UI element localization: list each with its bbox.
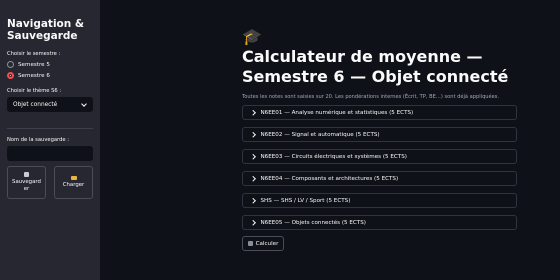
expander-n6ee05[interactable]: N6EE05 — Objets connectés (5 ECTS) — [242, 215, 517, 230]
chevron-down-icon — [81, 100, 87, 107]
radio-label: Semestre 6 — [18, 72, 50, 79]
expander-label: N6EE01 — Analyse numérique et statistiqu… — [260, 109, 414, 116]
main-content: 🎓 Calculateur de moyenne — Semestre 6 — … — [242, 27, 517, 251]
load-button-label: Charger — [62, 182, 85, 188]
theme-label: Choisir le thème S6 : — [7, 88, 62, 94]
sidebar-title: Navigation & Sauvegarde — [7, 18, 85, 42]
radio-label: Semestre 5 — [18, 61, 50, 68]
chevron-right-icon — [250, 132, 256, 137]
expander-shs[interactable]: SHS — SHS / LV / Sport (5 ECTS) — [242, 193, 517, 208]
expander-label: N6EE04 — Composants et architectures (5 … — [260, 175, 399, 182]
save-button[interactable]: Sauvegarder — [7, 166, 46, 199]
calculate-button[interactable]: Calculer — [242, 236, 284, 251]
radio-semestre-5[interactable]: Semestre 5 — [7, 61, 93, 68]
chevron-right-icon — [250, 154, 256, 159]
graduation-cap-icon: 🎓 — [242, 27, 262, 46]
chevron-right-icon — [250, 198, 256, 203]
chevron-right-icon — [250, 176, 256, 181]
abacus-icon — [247, 241, 253, 246]
save-name-label: Nom de la sauvegarde : — [7, 137, 69, 143]
floppy-disk-icon — [24, 172, 29, 177]
page-subtitle: Toutes les notes sont saisies sur 20. Le… — [242, 94, 500, 100]
page-title-text: Calculateur de moyenne — Semestre 6 — Ob… — [242, 47, 509, 86]
expander-label: SHS — SHS / LV / Sport (5 ECTS) — [260, 197, 351, 204]
save-button-label: Sauvegarder — [12, 179, 41, 192]
load-button[interactable]: Charger — [54, 166, 93, 199]
page-title: 🎓 Calculateur de moyenne — Semestre 6 — … — [242, 27, 517, 87]
save-name-input[interactable] — [7, 146, 93, 161]
module-list: N6EE01 — Analyse numérique et statistiqu… — [242, 105, 517, 230]
expander-label: N6EE03 — Circuits électriques et système… — [260, 153, 407, 160]
radio-button-selected[interactable] — [7, 72, 14, 79]
expander-label: N6EE05 — Objets connectés (5 ECTS) — [260, 219, 366, 226]
expander-label: N6EE02 — Signal et automatique (5 ECTS) — [260, 131, 380, 138]
calculate-button-label: Calculer — [255, 240, 279, 247]
expander-n6ee02[interactable]: N6EE02 — Signal et automatique (5 ECTS) — [242, 127, 517, 142]
sidebar: Navigation & Sauvegarde Choisir le semes… — [0, 0, 100, 280]
semester-label: Choisir le semestre : — [7, 51, 61, 57]
theme-select[interactable]: Objet connecté — [7, 97, 93, 112]
theme-select-value: Objet connecté — [13, 101, 58, 108]
expander-n6ee03[interactable]: N6EE03 — Circuits électriques et système… — [242, 149, 517, 164]
folder-icon — [70, 176, 77, 180]
radio-button[interactable] — [7, 61, 14, 68]
chevron-right-icon — [250, 220, 256, 225]
radio-semestre-6[interactable]: Semestre 6 — [7, 72, 93, 79]
expander-n6ee01[interactable]: N6EE01 — Analyse numérique et statistiqu… — [242, 105, 517, 120]
chevron-right-icon — [250, 110, 256, 115]
expander-n6ee04[interactable]: N6EE04 — Composants et architectures (5 … — [242, 171, 517, 186]
sidebar-divider — [7, 128, 93, 129]
